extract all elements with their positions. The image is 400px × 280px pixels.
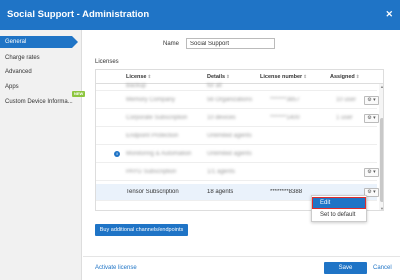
column-header-license[interactable]: License⇕ [126, 74, 151, 80]
license-name: Tensor Subscription [126, 189, 179, 195]
table-row[interactable]: Endpoint Protection Unlimited agents [96, 128, 377, 145]
table-row[interactable]: PAYG Subscription 1/1 agents [96, 164, 377, 181]
column-header-license-number[interactable]: License number⇕ [260, 74, 307, 80]
sidebar-item-label: Advanced [5, 69, 32, 75]
sidebar-item-label: Custom Device Informa... [5, 99, 73, 105]
license-number: ********8388 [270, 189, 303, 195]
scrollbar[interactable]: ▲ ▼ [379, 84, 383, 210]
buy-additional-button[interactable]: Buy additional channels/endpoints [95, 224, 188, 236]
scroll-up-icon[interactable]: ▲ [379, 84, 383, 90]
row-actions-menu: Edit Set to default [311, 195, 367, 222]
new-badge: NEW [72, 91, 86, 97]
scroll-down-icon[interactable]: ▼ [379, 206, 383, 210]
cancel-link[interactable]: Cancel [373, 265, 392, 271]
sort-icon: ⇕ [147, 74, 152, 79]
licenses-table: License⇕ Details⇕ License number⇕ Assign… [95, 69, 384, 211]
active-arrow-icon [72, 36, 78, 48]
sidebar-item-label: General [5, 39, 27, 45]
sidebar-item-charge-rates[interactable]: Charge rates [0, 52, 82, 64]
column-header-assigned[interactable]: Assigned⇕ [330, 74, 360, 80]
sort-icon: ⇕ [355, 74, 360, 79]
scroll-thumb[interactable] [380, 118, 383, 202]
title-bar: Social Support - Administration ✕ [0, 0, 400, 30]
table-row[interactable]: Corporate Subscription 10 devices ******… [96, 110, 377, 127]
row-actions-gear-icon[interactable]: ⚙ ▾ [364, 114, 379, 123]
window-title: Social Support - Administration [7, 9, 150, 20]
name-input[interactable] [186, 38, 275, 49]
sidebar-item-advanced[interactable]: Advanced [0, 66, 82, 78]
close-icon[interactable]: ✕ [385, 9, 393, 20]
sidebar-item-label: Charge rates [5, 55, 40, 61]
sort-icon: ⇕ [226, 74, 230, 79]
sidebar-item-label: Apps [5, 84, 19, 90]
name-label: Name [163, 41, 180, 47]
table-row[interactable]: Backup for all [96, 83, 377, 91]
info-icon[interactable]: i [114, 151, 120, 157]
menu-item-set-default[interactable]: Set to default [312, 209, 366, 221]
save-button[interactable]: Save [324, 262, 367, 274]
table-header: License⇕ Details⇕ License number⇕ Assign… [96, 70, 383, 84]
table-row[interactable]: Memory Company 56 Organizations *******3… [96, 92, 377, 109]
footer-divider [83, 256, 400, 257]
licenses-section-label: Licenses [95, 59, 119, 65]
sidebar-item-custom-device-info[interactable]: Custom Device Informa... NEW [0, 91, 86, 108]
row-actions-gear-icon[interactable]: ⚙ ▾ [364, 168, 379, 177]
activate-license-link[interactable]: Activate license [95, 265, 137, 271]
sidebar: General Charge rates Advanced Apps Custo… [0, 30, 86, 280]
sidebar-item-general[interactable]: General [0, 36, 78, 48]
table-row[interactable]: Monitoring & Automation Unlimited agents [96, 146, 377, 163]
row-actions-gear-icon[interactable]: ⚙ ▾ [364, 96, 379, 105]
menu-item-edit[interactable]: Edit [312, 197, 366, 209]
sidebar-item-apps[interactable]: Apps [0, 81, 82, 93]
sort-icon: ⇕ [303, 74, 307, 79]
column-header-details[interactable]: Details⇕ [207, 74, 230, 80]
license-details: 18 agents [207, 189, 234, 195]
